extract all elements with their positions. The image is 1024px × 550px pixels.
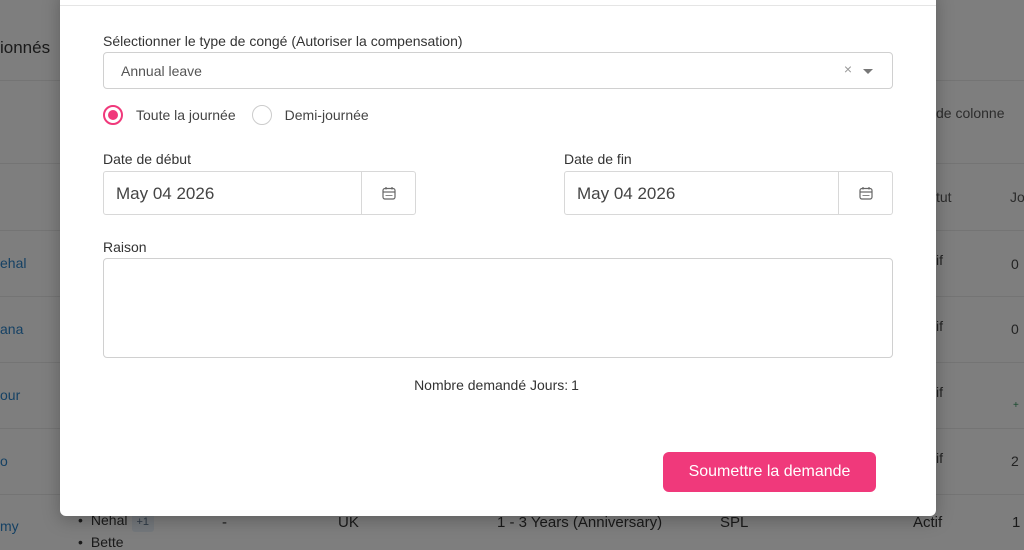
clear-icon[interactable]: × [844,61,852,77]
submit-request-button[interactable]: Soumettre la demande [663,452,876,492]
full-day-label[interactable]: Toute la journée [136,107,236,123]
leave-request-modal: Sélectionner le type de congé (Autoriser… [60,0,936,516]
half-day-radio[interactable] [251,105,272,125]
leave-type-label: Sélectionner le type de congé (Autoriser… [103,33,463,49]
reason-label: Raison [103,239,147,255]
start-date-value: May 04 2026 [116,184,215,203]
reason-textarea[interactable] [103,258,893,358]
caret-down-icon[interactable] [863,69,873,74]
divider [60,5,936,6]
day-type-radio-group: Toute la journée Demi-journée [103,105,385,125]
end-date-label: Date de fin [564,151,632,167]
requested-days-summary: Nombre demandé Jours: 1 [60,377,936,393]
end-date-value: May 04 2026 [577,184,676,203]
calendar-icon[interactable] [838,172,892,214]
calendar-icon[interactable] [361,172,415,214]
end-date-field[interactable]: May 04 2026 [564,171,893,215]
half-day-label[interactable]: Demi-journée [285,107,369,123]
full-day-radio[interactable] [103,105,123,125]
leave-type-select[interactable]: Annual leave × [103,52,893,89]
requested-days-value: 1 [571,377,579,393]
leave-type-value: Annual leave [121,63,202,79]
requested-days-label: Nombre demandé Jours: [414,377,569,393]
start-date-field[interactable]: May 04 2026 [103,171,416,215]
start-date-label: Date de début [103,151,191,167]
